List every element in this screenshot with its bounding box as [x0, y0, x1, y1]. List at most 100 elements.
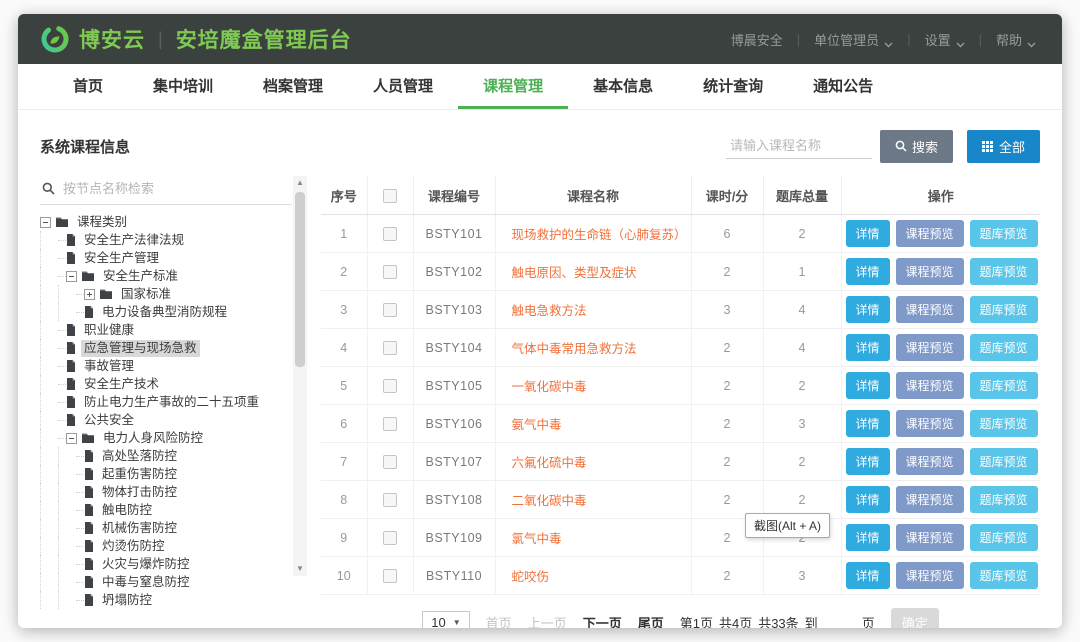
tree-node[interactable]: 课程类别: [40, 213, 292, 231]
course-preview-button[interactable]: 课程预览: [896, 296, 964, 323]
course-preview-button[interactable]: 课程预览: [896, 220, 964, 247]
scroll-up-icon[interactable]: ▲: [293, 176, 307, 190]
bank-preview-button[interactable]: 题库预览: [970, 448, 1038, 475]
tree-node[interactable]: 机械伤害防控: [40, 519, 292, 537]
course-preview-button[interactable]: 课程预览: [896, 486, 964, 513]
tree-node-label[interactable]: 职业健康: [81, 322, 137, 339]
tree-node[interactable]: 起重伤害防控: [40, 465, 292, 483]
tree-node-label[interactable]: 触电防控: [99, 502, 155, 519]
detail-button[interactable]: 详情: [846, 562, 890, 589]
bank-preview-button[interactable]: 题库预览: [970, 296, 1038, 323]
expand-icon[interactable]: [84, 289, 95, 300]
tree-node-label[interactable]: 事故管理: [81, 358, 137, 375]
tree-node[interactable]: 中毒与窒息防控: [40, 573, 292, 591]
tree-node[interactable]: 安全生产法律法规: [40, 231, 292, 249]
tree-node-label[interactable]: 国家标准: [118, 286, 174, 303]
tree-node-label[interactable]: 机械伤害防控: [99, 520, 180, 537]
tree-node[interactable]: 灼烫伤防控: [40, 537, 292, 555]
tree-node-label[interactable]: 公共安全: [81, 412, 137, 429]
row-checkbox[interactable]: [383, 569, 397, 583]
tree-node[interactable]: 火灾与爆炸防控: [40, 555, 292, 573]
bank-preview-button[interactable]: 题库预览: [970, 410, 1038, 437]
goto-page-input[interactable]: [824, 614, 856, 628]
tree-node[interactable]: 电力设备典型消防规程: [40, 303, 292, 321]
tree-node[interactable]: 安全生产标准: [40, 267, 292, 285]
row-checkbox[interactable]: [383, 531, 397, 545]
tree-node-label[interactable]: 课程类别: [74, 214, 130, 231]
all-button[interactable]: 全部: [967, 130, 1040, 163]
detail-button[interactable]: 详情: [846, 486, 890, 513]
tree-node[interactable]: 防止电力生产事故的二十五项重: [40, 393, 292, 411]
detail-button[interactable]: 详情: [846, 410, 890, 437]
tree-node-label[interactable]: 物体打击防控: [99, 484, 180, 501]
course-preview-button[interactable]: 课程预览: [896, 524, 964, 551]
tree-search-input[interactable]: [61, 180, 245, 197]
bank-preview-button[interactable]: 题库预览: [970, 220, 1038, 247]
tab-集中培训[interactable]: 集中培训: [128, 64, 238, 109]
tree-node[interactable]: 高处坠落防控: [40, 447, 292, 465]
tab-首页[interactable]: 首页: [48, 64, 128, 109]
tree-node[interactable]: 触电防控: [40, 501, 292, 519]
page-size-select[interactable]: 10▼: [422, 611, 469, 628]
course-preview-button[interactable]: 课程预览: [896, 562, 964, 589]
row-checkbox[interactable]: [383, 265, 397, 279]
course-search-input[interactable]: [726, 133, 872, 159]
tree-node-label[interactable]: 坍塌防控: [99, 592, 155, 609]
tab-课程管理[interactable]: 课程管理: [458, 64, 568, 109]
tree-node-label[interactable]: 火灾与爆炸防控: [99, 556, 193, 573]
row-checkbox[interactable]: [383, 455, 397, 469]
tree-node-label[interactable]: 安全生产法律法规: [81, 232, 187, 249]
tab-通知公告[interactable]: 通知公告: [788, 64, 898, 109]
tree-node-label[interactable]: 安全生产技术: [81, 376, 162, 393]
detail-button[interactable]: 详情: [846, 524, 890, 551]
row-checkbox[interactable]: [383, 379, 397, 393]
menu-help[interactable]: 帮助: [996, 30, 1036, 49]
menu-settings[interactable]: 设置: [925, 30, 965, 49]
tree-node-label[interactable]: 安全生产标准: [100, 268, 181, 285]
tree-node[interactable]: 安全生产技术: [40, 375, 292, 393]
tree-node[interactable]: 事故管理: [40, 357, 292, 375]
bank-preview-button[interactable]: 题库预览: [970, 334, 1038, 361]
tab-档案管理[interactable]: 档案管理: [238, 64, 348, 109]
row-checkbox[interactable]: [383, 227, 397, 241]
tree-node[interactable]: 应急管理与现场急救: [40, 339, 292, 357]
bank-preview-button[interactable]: 题库预览: [970, 562, 1038, 589]
detail-button[interactable]: 详情: [846, 372, 890, 399]
detail-button[interactable]: 详情: [846, 334, 890, 361]
tree-node-label[interactable]: 起重伤害防控: [99, 466, 180, 483]
detail-button[interactable]: 详情: [846, 220, 890, 247]
row-checkbox[interactable]: [383, 303, 397, 317]
menu-unit-admin[interactable]: 单位管理员: [814, 30, 893, 49]
tree-node[interactable]: 坍塌防控: [40, 591, 292, 609]
row-checkbox[interactable]: [383, 493, 397, 507]
course-preview-button[interactable]: 课程预览: [896, 410, 964, 437]
bank-preview-button[interactable]: 题库预览: [970, 524, 1038, 551]
course-preview-button[interactable]: 课程预览: [896, 258, 964, 285]
bank-preview-button[interactable]: 题库预览: [970, 258, 1038, 285]
course-preview-button[interactable]: 课程预览: [896, 372, 964, 399]
scrollbar-thumb[interactable]: [295, 192, 305, 367]
tree-node-label[interactable]: 灼烫伤防控: [99, 538, 168, 555]
tree-node-label[interactable]: 中毒与窒息防控: [99, 574, 193, 591]
collapse-icon[interactable]: [66, 433, 77, 444]
detail-button[interactable]: 详情: [846, 258, 890, 285]
tab-人员管理[interactable]: 人员管理: [348, 64, 458, 109]
select-all-checkbox[interactable]: [383, 189, 397, 203]
tree-node[interactable]: 安全生产管理: [40, 249, 292, 267]
tree-node-label[interactable]: 电力设备典型消防规程: [99, 304, 230, 321]
tree-node-label[interactable]: 高处坠落防控: [99, 448, 180, 465]
scroll-down-icon[interactable]: ▼: [293, 562, 307, 576]
search-button[interactable]: 搜索: [880, 130, 953, 163]
course-preview-button[interactable]: 课程预览: [896, 334, 964, 361]
tree-node[interactable]: 物体打击防控: [40, 483, 292, 501]
next-page-link[interactable]: 下一页: [583, 613, 622, 628]
prev-page-link[interactable]: 上一页: [528, 613, 567, 628]
row-checkbox[interactable]: [383, 341, 397, 355]
first-page-link[interactable]: 首页: [486, 613, 512, 628]
row-checkbox[interactable]: [383, 417, 397, 431]
tree-node-label[interactable]: 安全生产管理: [81, 250, 162, 267]
tree-node[interactable]: 国家标准: [40, 285, 292, 303]
tab-基本信息[interactable]: 基本信息: [568, 64, 678, 109]
tree-node-label[interactable]: 应急管理与现场急救: [81, 340, 200, 357]
detail-button[interactable]: 详情: [846, 448, 890, 475]
